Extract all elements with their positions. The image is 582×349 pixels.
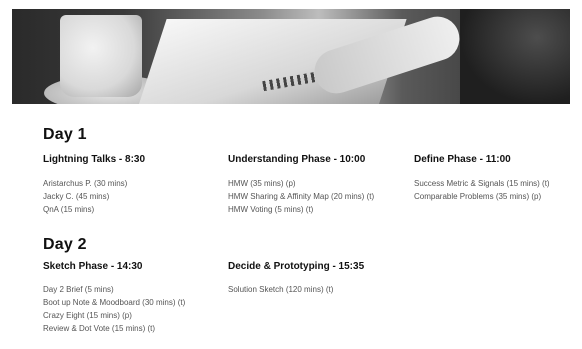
agenda-item: HMW Voting (5 mins) (t) [228, 205, 314, 214]
day-2-title: Day 2 [43, 236, 87, 253]
agenda-item: HMW (35 mins) (p) [228, 179, 296, 188]
phase-define-list: Success Metric & Signals (15 mins) (t) C… [414, 177, 550, 203]
coffee-cup-shape [60, 15, 142, 97]
agenda-item: QnA (15 mins) [43, 205, 95, 214]
phase-sketch-title: Sketch Phase - 14:30 [43, 261, 143, 272]
phase-decide-prototyping-list: Solution Sketch (120 mins) (t) [228, 283, 333, 296]
agenda-item: Success Metric & Signals (15 mins) (t) [414, 179, 550, 188]
agenda-item: Review & Dot Vote (15 mins) (t) [43, 324, 156, 333]
agenda-item: Day 2 Brief (5 mins) [43, 285, 114, 294]
agenda-item: Jacky C. (45 mins) [43, 192, 110, 201]
background-shadow [460, 9, 570, 104]
agenda-item: Boot up Note & Moodboard (30 mins) (t) [43, 298, 186, 307]
phase-understanding-list: HMW (35 mins) (p) HMW Sharing & Affinity… [228, 177, 374, 216]
phase-sketch-list: Day 2 Brief (5 mins) Boot up Note & Mood… [43, 283, 185, 335]
hero-photo [12, 9, 570, 104]
agenda-page: Day 1 Lightning Talks - 8:30 Aristarchus… [0, 0, 582, 349]
phase-lightning-talks-list: Aristarchus P. (30 mins) Jacky C. (45 mi… [43, 177, 127, 216]
agenda-item: Comparable Problems (35 mins) (p) [414, 192, 542, 201]
phase-decide-prototyping-title: Decide & Prototyping - 15:35 [228, 261, 365, 272]
agenda-item: Crazy Eight (15 mins) (p) [43, 311, 132, 320]
agenda-item: HMW Sharing & Affinity Map (20 mins) (t) [228, 192, 375, 201]
phase-define-title: Define Phase - 11:00 [414, 154, 511, 165]
agenda-item: Aristarchus P. (30 mins) [43, 179, 128, 188]
phase-understanding-title: Understanding Phase - 10:00 [228, 154, 366, 165]
day-1-title: Day 1 [43, 126, 87, 143]
phase-lightning-talks-title: Lightning Talks - 8:30 [43, 154, 146, 165]
agenda-item: Solution Sketch (120 mins) (t) [228, 285, 334, 294]
